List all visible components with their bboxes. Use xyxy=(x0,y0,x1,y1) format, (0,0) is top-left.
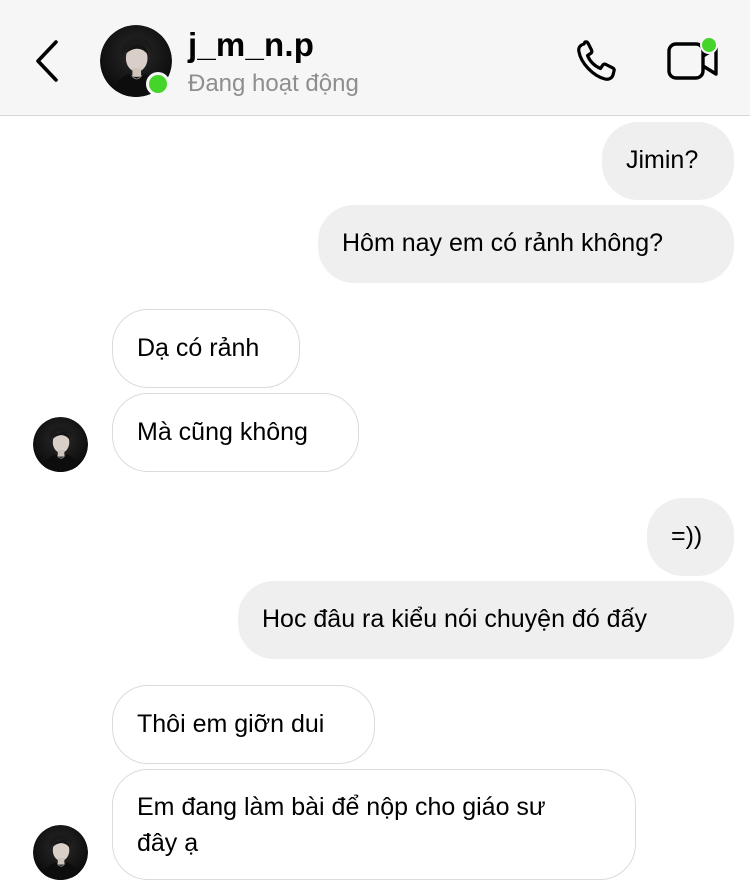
message-text-line: Em đang làm bài để nộp cho giáo sư xyxy=(137,793,546,821)
active-status: Đang hoạt động xyxy=(188,70,359,97)
message-text: Hôm nay em có rảnh không? xyxy=(342,229,664,257)
online-indicator xyxy=(146,72,170,96)
message-text: Mà cũng không xyxy=(137,418,308,446)
message-text: =)) xyxy=(671,522,703,550)
chevron-left-icon xyxy=(36,40,58,82)
phone-icon xyxy=(577,40,616,81)
message-bubble-outgoing[interactable]: Jimin? xyxy=(602,122,734,200)
message-text: Jimin? xyxy=(626,146,699,174)
back-button[interactable] xyxy=(22,36,72,86)
message-bubble-outgoing[interactable]: Hoc đâu ra kiểu nói chuyện đó đấy xyxy=(238,581,734,659)
message-bubble-incoming[interactable]: Thôi em giỡn dui xyxy=(112,685,375,764)
sender-avatar[interactable] xyxy=(33,417,88,472)
message-bubble-outgoing[interactable]: =)) xyxy=(647,498,734,576)
message-bubble-incoming[interactable]: Dạ có rảnh xyxy=(112,309,300,388)
username[interactable]: j_m_n.p xyxy=(188,26,314,64)
message-text-line: đây ạ xyxy=(137,829,199,857)
message-text: Hoc đâu ra kiểu nói chuyện đó đấy xyxy=(262,605,647,633)
call-button[interactable] xyxy=(568,38,622,84)
message-text: Thôi em giỡn dui xyxy=(137,710,325,738)
message-bubble-outgoing[interactable]: Hôm nay em có rảnh không? xyxy=(318,205,734,283)
chat-header: j_m_n.p Đang hoạt động xyxy=(0,0,750,116)
message-text: Dạ có rảnh xyxy=(137,334,260,362)
video-active-indicator xyxy=(700,36,718,54)
message-bubble-incoming[interactable]: Mà cũng không xyxy=(112,393,359,472)
sender-avatar[interactable] xyxy=(33,825,88,880)
message-bubble-incoming[interactable]: Em đang làm bài để nộp cho giáo sư đây ạ xyxy=(112,769,636,880)
